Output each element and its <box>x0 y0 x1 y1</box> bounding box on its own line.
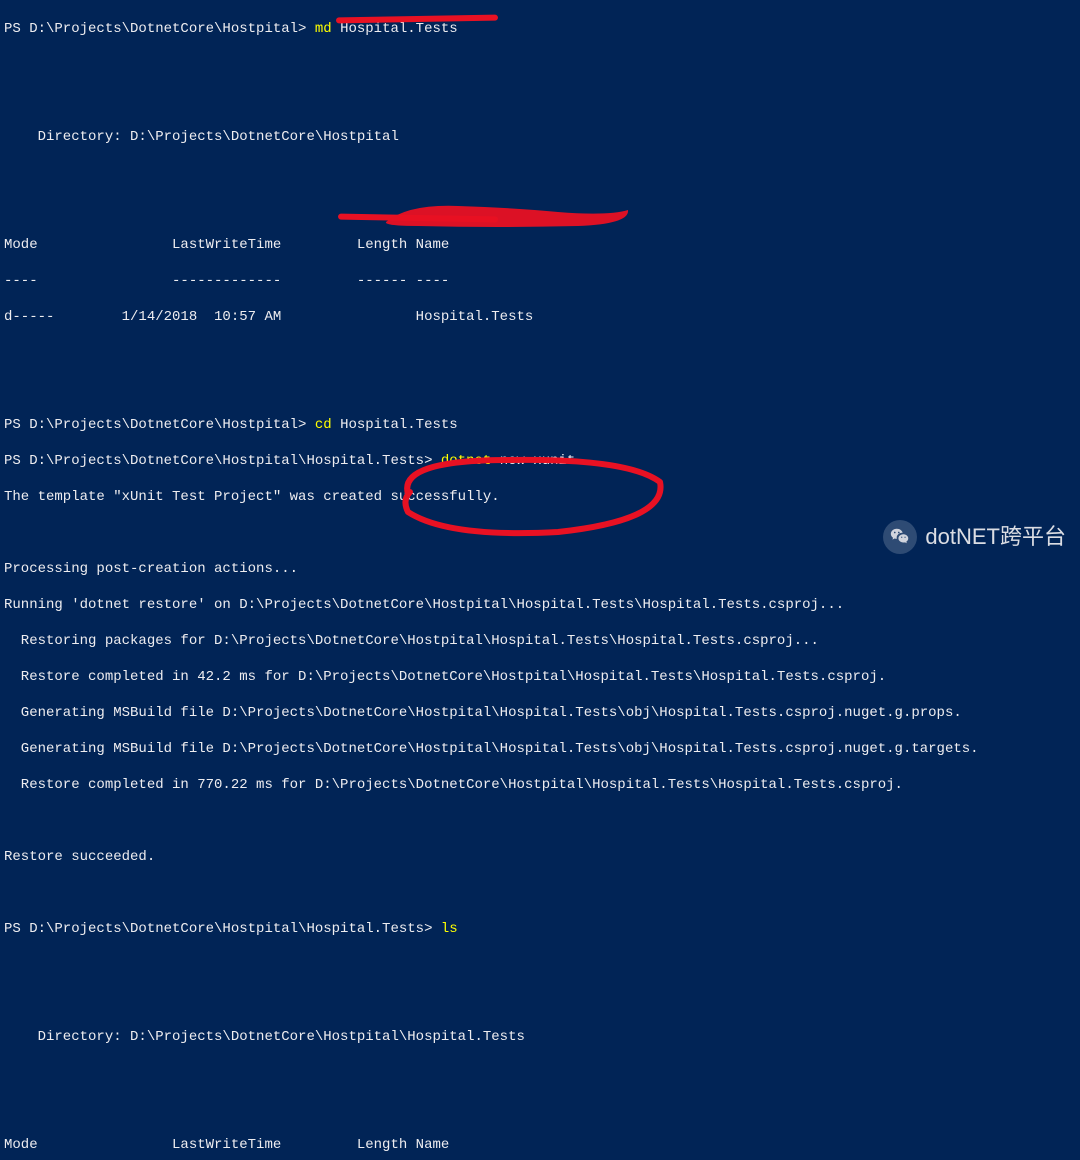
powershell-terminal[interactable]: PS D:\Projects\DotnetCore\Hostpital> md … <box>4 2 1076 1160</box>
directory-header: Directory: D:\Projects\DotnetCore\Hostpi… <box>4 1028 1076 1046</box>
output-blank <box>4 92 1076 110</box>
wechat-icon <box>883 520 917 554</box>
output-blank <box>4 1100 1076 1118</box>
output-line: Running 'dotnet restore' on D:\Projects\… <box>4 596 1076 614</box>
output-blank <box>4 56 1076 74</box>
command-cd: cd <box>315 417 332 433</box>
output-line: Processing post-creation actions... <box>4 560 1076 578</box>
output-blank <box>4 164 1076 182</box>
prompt: PS D:\Projects\DotnetCore\Hostpital> <box>4 21 315 37</box>
table-header: Mode LastWriteTime Length Name <box>4 236 1076 254</box>
output-blank <box>4 812 1076 830</box>
output-blank <box>4 956 1076 974</box>
output-line: Restore succeeded. <box>4 848 1076 866</box>
table-row: d----- 1/14/2018 10:57 AM Hospital.Tests <box>4 308 1076 326</box>
output-line: Restoring packages for D:\Projects\Dotne… <box>4 632 1076 650</box>
command-md: md <box>315 21 332 37</box>
prompt: PS D:\Projects\DotnetCore\Hostpital> <box>4 417 315 433</box>
command-ls: ls <box>441 921 458 937</box>
command-arg: new xunit <box>491 453 575 469</box>
output-line: Restore completed in 770.22 ms for D:\Pr… <box>4 776 1076 794</box>
directory-header: Directory: D:\Projects\DotnetCore\Hostpi… <box>4 128 1076 146</box>
output-line: Generating MSBuild file D:\Projects\Dotn… <box>4 704 1076 722</box>
output-blank <box>4 884 1076 902</box>
output-line: Generating MSBuild file D:\Projects\Dotn… <box>4 740 1076 758</box>
command-arg: Hospital.Tests <box>332 417 458 433</box>
output-blank <box>4 380 1076 398</box>
table-header: Mode LastWriteTime Length Name <box>4 1136 1076 1154</box>
output-blank <box>4 1064 1076 1082</box>
table-separator: ---- ------------- ------ ---- <box>4 272 1076 290</box>
output-blank <box>4 200 1076 218</box>
output-blank <box>4 992 1076 1010</box>
watermark-text: dotNET跨平台 <box>925 528 1066 546</box>
prompt: PS D:\Projects\DotnetCore\Hostpital\Hosp… <box>4 921 441 937</box>
output-blank <box>4 344 1076 362</box>
command-dotnet: dotnet <box>441 453 491 469</box>
prompt: PS D:\Projects\DotnetCore\Hostpital\Hosp… <box>4 453 441 469</box>
output-line: Restore completed in 42.2 ms for D:\Proj… <box>4 668 1076 686</box>
command-arg: Hospital.Tests <box>332 21 458 37</box>
watermark: dotNET跨平台 <box>883 520 1066 554</box>
output-line: The template "xUnit Test Project" was cr… <box>4 488 1076 506</box>
